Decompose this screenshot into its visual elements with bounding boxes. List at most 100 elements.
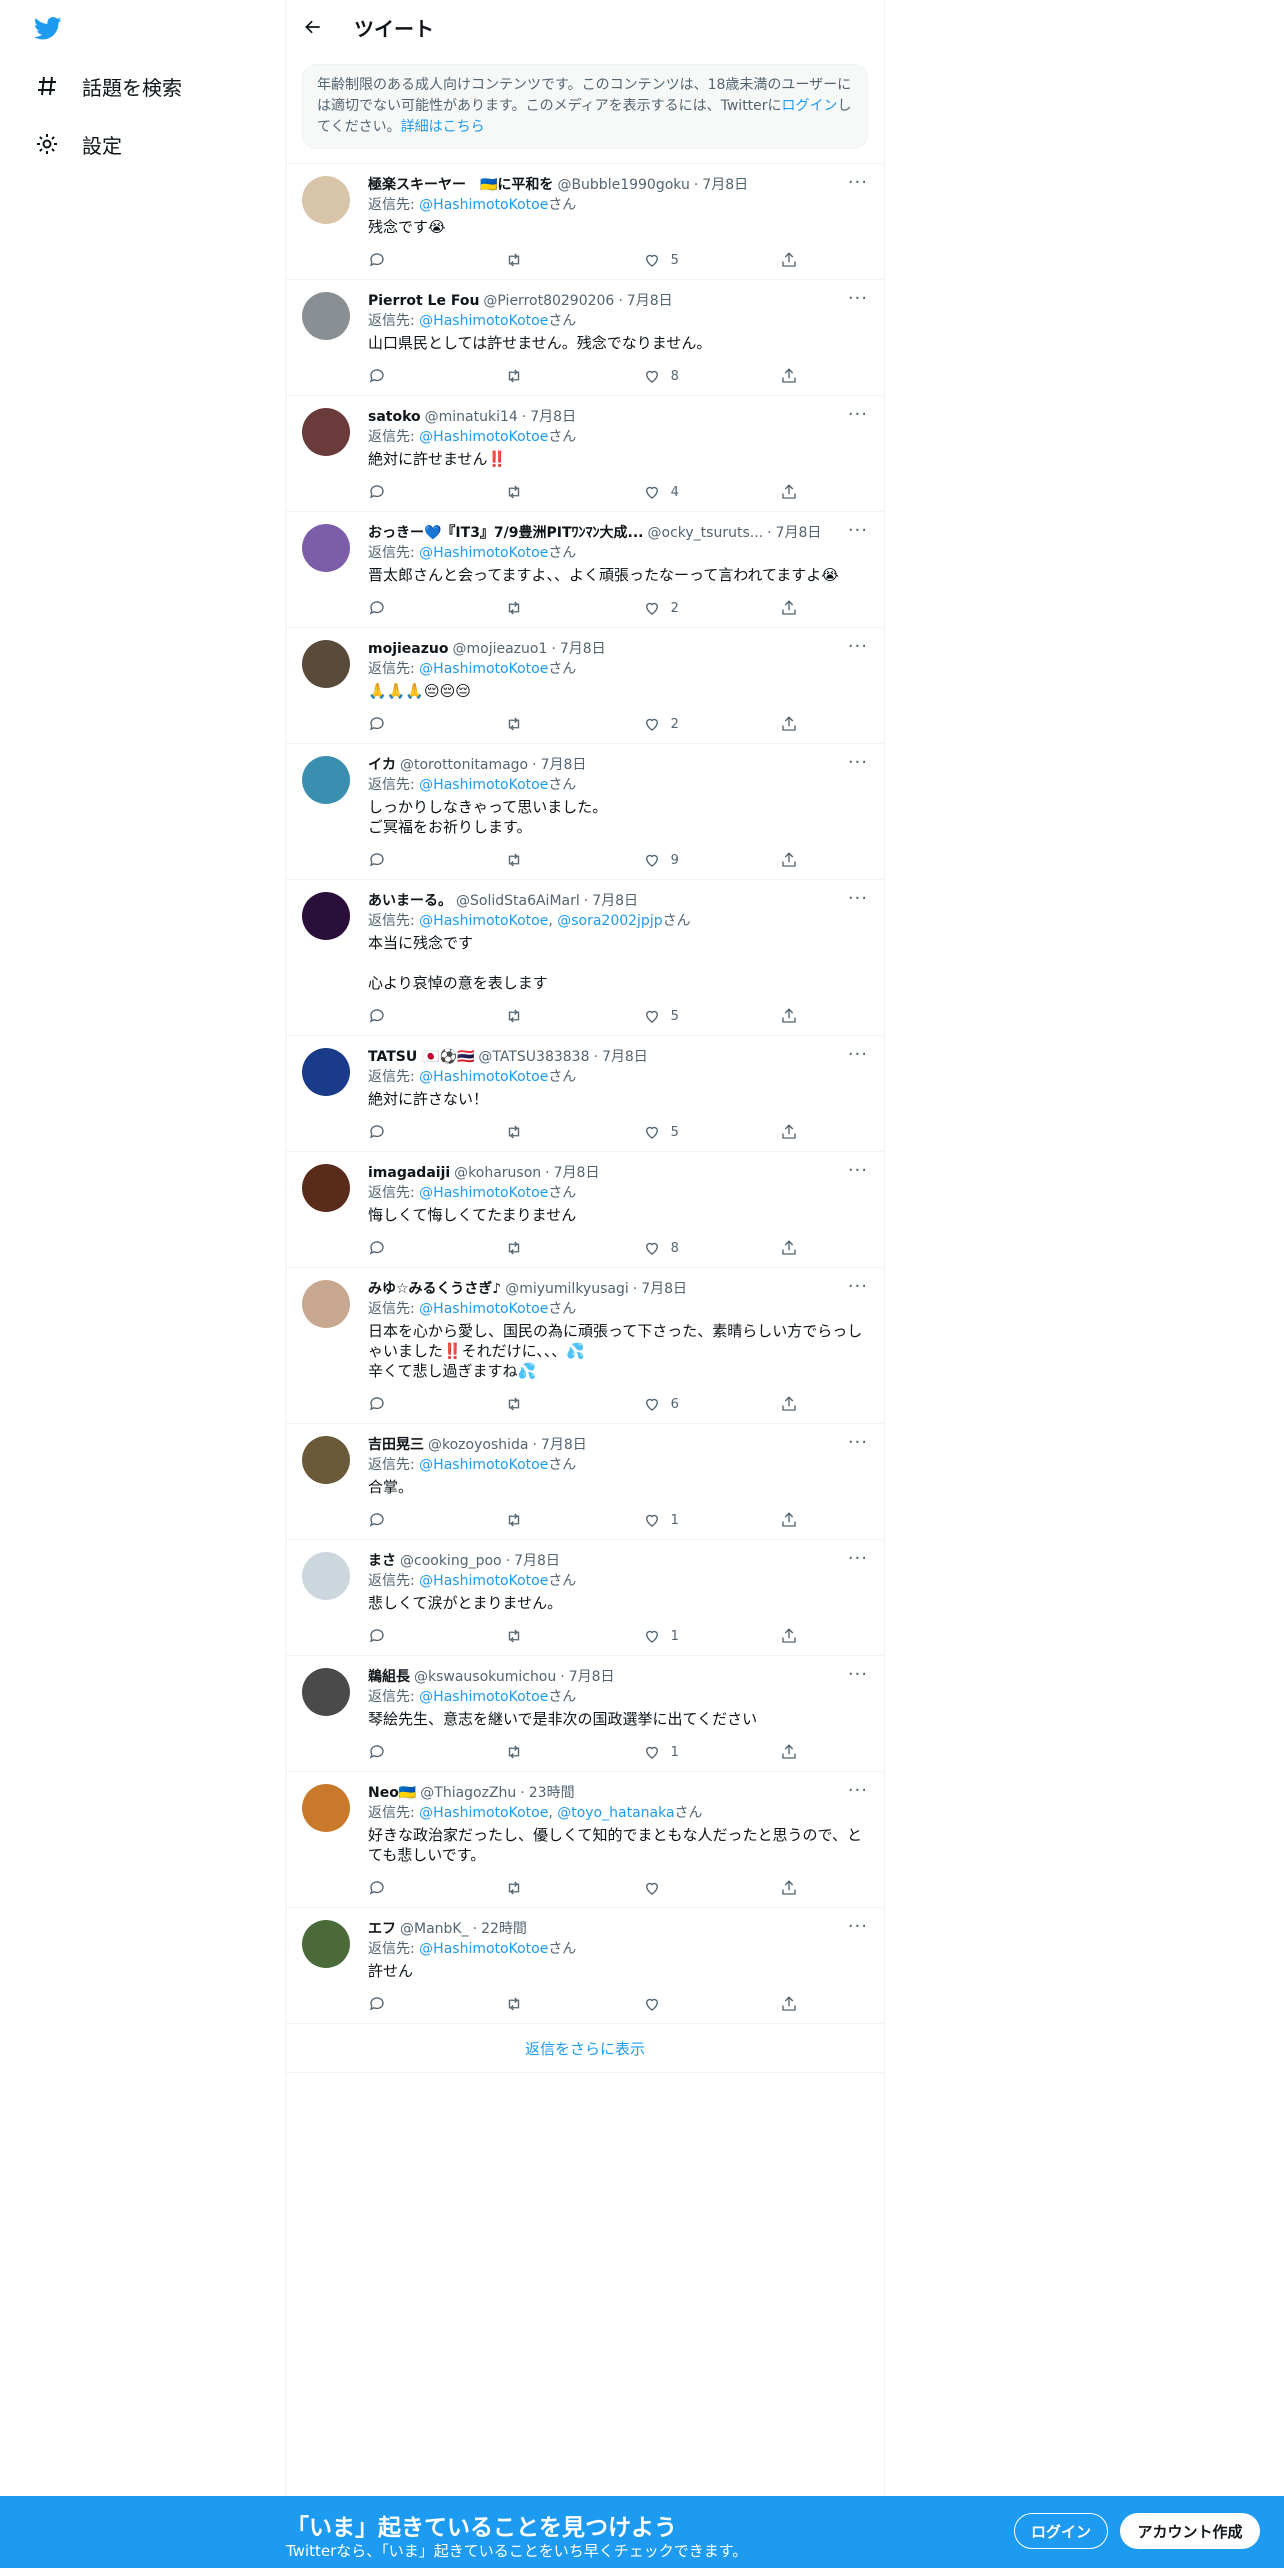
reply-tweet[interactable]: ··· みゆ☆みるくうさぎ♪ @miyumilkyusagi · 7月8日 返信先: @H… [286,1267,884,1423]
author-name[interactable]: まさ [368,1551,396,1571]
like-icon[interactable]: 9 [643,851,733,869]
author-name[interactable]: imagadaiji [368,1163,450,1183]
reply-icon[interactable] [368,1123,458,1141]
more-options-icon[interactable]: ··· [848,1916,868,1937]
mention-link[interactable]: @HashimotoKotoe [419,1301,548,1317]
avatar[interactable] [302,1280,350,1328]
tweet-time[interactable]: 7月8日 [641,1279,687,1299]
mention-link[interactable]: @HashimotoKotoe [419,197,548,213]
more-options-icon[interactable]: ··· [848,1432,868,1453]
more-options-icon[interactable]: ··· [848,1664,868,1685]
reply-tweet[interactable]: ··· イカ @torottonitamago · 7月8日 返信先: @Hashimot… [286,743,884,879]
author-handle[interactable]: @cooking_poo [400,1551,502,1571]
tweet-time[interactable]: 7月8日 [776,523,822,543]
avatar[interactable] [302,640,350,688]
share-icon[interactable] [780,599,798,617]
author-handle[interactable]: @SolidSta6AiMarl [456,891,580,911]
more-options-icon[interactable]: ··· [848,1276,868,1297]
share-icon[interactable] [780,1511,798,1529]
share-icon[interactable] [780,1007,798,1025]
retweet-icon[interactable] [505,1627,595,1645]
reply-tweet[interactable]: ··· mojieazuo @mojieazuo1 · 7月8日 返信先: @Hashim… [286,627,884,743]
retweet-icon[interactable] [505,1511,595,1529]
reply-tweet[interactable]: ··· エフ @ManbK_ · 22時間 返信先: @HashimotoKotoeさん許… [286,1907,884,2023]
tweet-time[interactable]: 22時間 [481,1919,527,1939]
retweet-icon[interactable] [505,1879,595,1897]
retweet-icon[interactable] [505,1239,595,1257]
reply-tweet[interactable]: ··· まさ @cooking_poo · 7月8日 返信先: @HashimotoKot… [286,1539,884,1655]
share-icon[interactable] [780,251,798,269]
reply-tweet[interactable]: ··· satoko @minatuki14 · 7月8日 返信先: @Hashimoto… [286,395,884,511]
tweet-time[interactable]: 7月8日 [602,1047,648,1067]
author-handle[interactable]: @ThiagozZhu [420,1783,516,1803]
mention-link[interactable]: @HashimotoKotoe [419,1941,548,1957]
retweet-icon[interactable] [505,599,595,617]
mention-link[interactable]: @HashimotoKotoe [419,777,548,793]
tweet-time[interactable]: 7月8日 [541,755,587,775]
reply-icon[interactable] [368,715,458,733]
tweet-time[interactable]: 7月8日 [530,407,576,427]
more-options-icon[interactable]: ··· [848,636,868,657]
author-name[interactable]: mojieazuo [368,639,448,659]
mention-link[interactable]: @HashimotoKotoe [419,1689,548,1705]
retweet-icon[interactable] [505,1743,595,1761]
like-icon[interactable] [643,1879,733,1897]
avatar[interactable] [302,408,350,456]
login-link[interactable]: ログイン [782,98,838,114]
avatar[interactable] [302,1048,350,1096]
avatar[interactable] [302,1784,350,1832]
reply-tweet[interactable]: ··· 吉田晃三 @kozoyoshida · 7月8日 返信先: @HashimotoK… [286,1423,884,1539]
author-handle[interactable]: @ocky_tsuruts... [648,523,764,543]
author-name[interactable]: Neo🇺🇦 [368,1783,416,1803]
more-options-icon[interactable]: ··· [848,520,868,541]
like-icon[interactable]: 5 [643,1123,733,1141]
reply-tweet[interactable]: ··· 鵜組長 @kswausokumichou · 7月8日 返信先: @Hashimo… [286,1655,884,1771]
tweet-time[interactable]: 7月8日 [592,891,638,911]
like-icon[interactable]: 2 [643,715,733,733]
avatar[interactable] [302,1164,350,1212]
more-options-icon[interactable]: ··· [848,1044,868,1065]
share-icon[interactable] [780,1627,798,1645]
more-options-icon[interactable]: ··· [848,1780,868,1801]
share-icon[interactable] [780,1239,798,1257]
mention-link[interactable]: @HashimotoKotoe [419,913,548,929]
share-icon[interactable] [780,1995,798,2013]
like-icon[interactable]: 2 [643,599,733,617]
author-handle[interactable]: @TATSU383838 [478,1047,589,1067]
tweet-time[interactable]: 7月8日 [569,1667,615,1687]
like-icon[interactable]: 5 [643,251,733,269]
author-handle[interactable]: @minatuki14 [425,407,518,427]
retweet-icon[interactable] [505,483,595,501]
like-icon[interactable]: 4 [643,483,733,501]
author-name[interactable]: エフ [368,1919,396,1939]
reply-icon[interactable] [368,599,458,617]
like-icon[interactable]: 8 [643,367,733,385]
author-name[interactable]: あいまーる。 [368,891,452,911]
more-options-icon[interactable]: ··· [848,888,868,909]
retweet-icon[interactable] [505,1123,595,1141]
signup-button[interactable]: アカウント作成 [1120,2513,1260,2549]
show-more-replies-button[interactable]: 返信をさらに表示 [286,2023,884,2073]
reply-icon[interactable] [368,1239,458,1257]
avatar[interactable] [302,1668,350,1716]
avatar[interactable] [302,524,350,572]
like-icon[interactable]: 5 [643,1007,733,1025]
tweet-time[interactable]: 7月8日 [627,291,673,311]
reply-icon[interactable] [368,851,458,869]
back-arrow-icon[interactable] [302,16,324,38]
mention-link[interactable]: @HashimotoKotoe [419,1805,548,1821]
reply-icon[interactable] [368,1007,458,1025]
share-icon[interactable] [780,715,798,733]
avatar[interactable] [302,1436,350,1484]
mention-link[interactable]: @HashimotoKotoe [419,429,548,445]
more-options-icon[interactable]: ··· [848,1160,868,1181]
reply-tweet[interactable]: ··· TATSU 🇯🇵⚽🇹🇭 @TATSU383838 · 7月8日 返信先: @Has… [286,1035,884,1151]
reply-tweet[interactable]: ··· Neo🇺🇦 @ThiagozZhu · 23時間 返信先: @HashimotoK… [286,1771,884,1907]
like-icon[interactable]: 1 [643,1627,733,1645]
like-icon[interactable]: 6 [643,1395,733,1413]
author-name[interactable]: 吉田晃三 [368,1435,424,1455]
reply-tweet[interactable]: ··· あいまーる。 @SolidSta6AiMarl · 7月8日 返信先: @Hash… [286,879,884,1035]
reply-icon[interactable] [368,1395,458,1413]
reply-icon[interactable] [368,1627,458,1645]
reply-icon[interactable] [368,1995,458,2013]
